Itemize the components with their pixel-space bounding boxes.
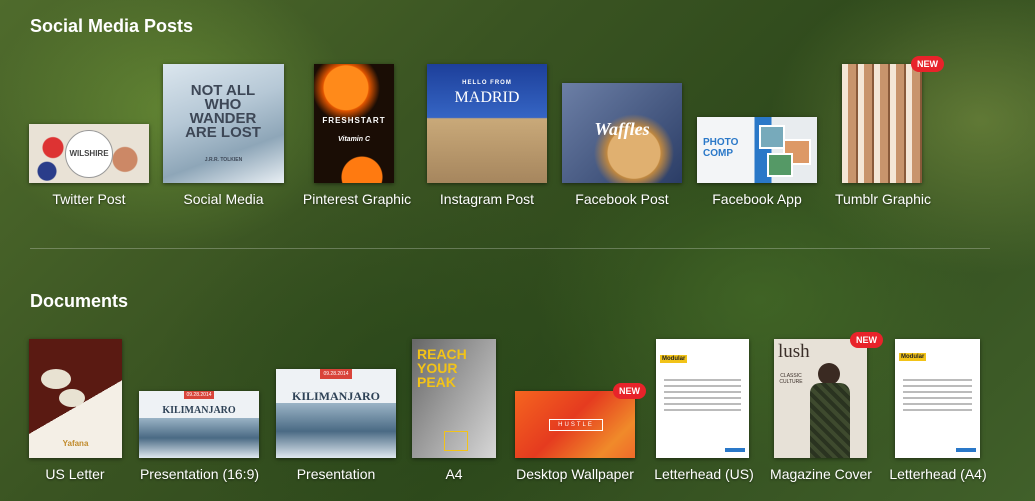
letterhead-a4-thumbnail: Modular [895, 339, 980, 458]
us-letter-thumbnail: Yafana [29, 339, 122, 458]
documents-section-title: Documents [30, 291, 129, 311]
facebook-post-thumbnail: Waffles [562, 83, 682, 183]
template-label: Magazine Cover [770, 466, 872, 482]
template-card-facebook-post[interactable]: Waffles Facebook Post [562, 63, 682, 213]
template-label: Pinterest Graphic [302, 191, 412, 207]
template-card-pinterest-graphic[interactable]: FRESHSTART Vitamin C Pinterest Graphic [297, 63, 417, 213]
template-card-presentation[interactable]: 09.28.2014 KILIMANJARO Presentation [276, 339, 396, 489]
template-card-us-letter[interactable]: Yafana US Letter [15, 339, 135, 489]
facebook-app-thumbnail: PHOTO COMP [697, 117, 817, 183]
template-card-twitter-post[interactable]: WILSHIRE Twitter Post [29, 63, 149, 213]
instagram-post-thumbnail: HELLO FROM MADRID [427, 64, 547, 183]
template-label: Letterhead (A4) [889, 466, 987, 482]
tumblr-graphic-thumbnail [842, 64, 922, 183]
template-card-desktop-wallpaper[interactable]: HUSTLE NEW Desktop Wallpaper [511, 339, 646, 489]
social-media-thumbnail: NOT ALL WHO WANDER ARE LOST J.R.R. TOLKI… [163, 64, 284, 183]
presentation-thumbnail: 09.28.2014 KILIMANJARO [276, 369, 396, 458]
template-card-tumblr-graphic[interactable]: NEW Tumblr Graphic [823, 56, 944, 213]
template-card-presentation-16-9[interactable]: 09.28.2014 KILIMANJARO Presentation (16:… [138, 339, 261, 489]
template-label: Letterhead (US) [654, 466, 754, 482]
social-section-title: Social Media Posts [30, 16, 194, 36]
template-card-letterhead-a4[interactable]: Modular Letterhead (A4) [878, 339, 998, 489]
template-label: A4 [445, 466, 463, 482]
template-label: Presentation [296, 466, 376, 482]
template-label: Desktop Wallpaper [516, 466, 634, 482]
template-card-magazine-cover[interactable]: lush CLASSIC CULTURE NEW Magazine Cover [757, 332, 885, 489]
twitter-post-thumbnail: WILSHIRE [29, 124, 149, 183]
new-badge: NEW [911, 56, 944, 72]
template-card-social-media[interactable]: NOT ALL WHO WANDER ARE LOST J.R.R. TOLKI… [163, 63, 284, 213]
new-badge: NEW [613, 383, 646, 399]
template-label: Twitter Post [52, 191, 126, 207]
pinterest-graphic-thumbnail: FRESHSTART Vitamin C [314, 64, 394, 183]
template-card-a4[interactable]: REACH YOUR PEAK A4 [394, 339, 514, 489]
template-card-letterhead-us[interactable]: Modular Letterhead (US) [644, 339, 764, 489]
template-label: Social Media [183, 191, 264, 207]
magazine-cover-thumbnail: lush CLASSIC CULTURE [774, 339, 867, 458]
template-label: Facebook App [712, 191, 802, 207]
a4-thumbnail: REACH YOUR PEAK [412, 339, 496, 458]
letterhead-us-thumbnail: Modular [656, 339, 749, 458]
template-label: Instagram Post [439, 191, 535, 207]
template-label: Facebook Post [575, 191, 669, 207]
template-label: Presentation (16:9) [139, 466, 260, 482]
template-card-instagram-post[interactable]: HELLO FROM MADRID Instagram Post [427, 63, 547, 213]
section-divider [30, 248, 990, 249]
template-label: Tumblr Graphic [835, 191, 931, 207]
desktop-wallpaper-thumbnail: HUSTLE [515, 391, 635, 458]
template-label: US Letter [45, 466, 105, 482]
template-card-facebook-app[interactable]: PHOTO COMP Facebook App [697, 63, 817, 213]
presentation-16-9-thumbnail: 09.28.2014 KILIMANJARO [139, 391, 259, 458]
